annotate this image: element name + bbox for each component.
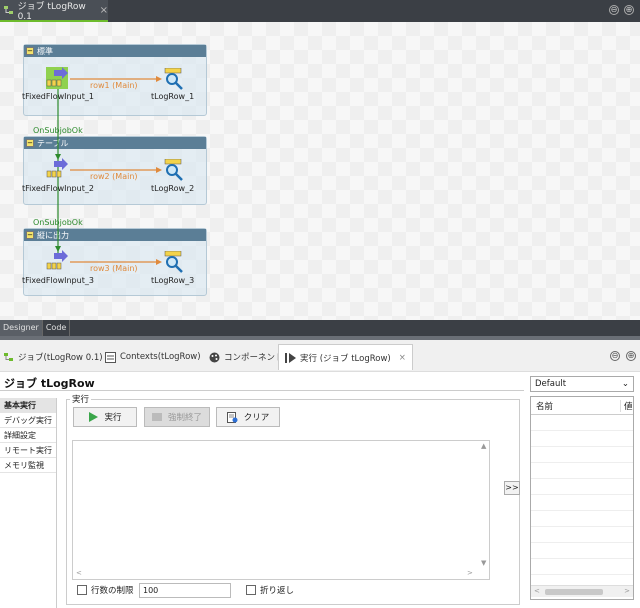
chevron-down-icon: ⌄ bbox=[621, 379, 629, 389]
context-select[interactable]: Default ⌄ bbox=[530, 376, 634, 392]
tab-label: コンポーネント bbox=[224, 353, 284, 363]
clear-button[interactable]: クリア bbox=[216, 407, 280, 427]
log-row-icon[interactable] bbox=[163, 251, 185, 273]
nav-basic-run[interactable]: 基本実行 bbox=[0, 398, 56, 413]
context-select-value: Default bbox=[535, 379, 567, 389]
tab-component[interactable]: コンポーネント bbox=[209, 345, 284, 369]
kill-button[interactable]: 強制終了 bbox=[144, 407, 210, 427]
row-label: row1 (Main) bbox=[90, 81, 138, 90]
close-icon[interactable]: × bbox=[399, 353, 406, 363]
nav-remote-run[interactable]: リモート実行 bbox=[0, 443, 56, 458]
row-label: row2 (Main) bbox=[90, 172, 138, 181]
component-label: tLogRow_1 bbox=[151, 92, 195, 101]
nav-memory-monitor[interactable]: メモリ監視 bbox=[0, 458, 56, 473]
component-label: tFixedFlowInput_2 bbox=[22, 184, 94, 193]
component-label: tFixedFlowInput_3 bbox=[22, 276, 94, 285]
scroll-down-icon[interactable]: ▼ bbox=[481, 559, 486, 567]
nav-debug-run[interactable]: デバッグ実行 bbox=[0, 413, 56, 428]
fixed-flow-input-icon[interactable] bbox=[46, 250, 68, 272]
wrap-checkbox[interactable] bbox=[246, 585, 256, 595]
minimize-icon[interactable]: ⊖ bbox=[610, 351, 620, 361]
context-table[interactable]: 名前 値 bbox=[530, 396, 634, 600]
tab-contexts[interactable]: Contexts(tLogRow) bbox=[105, 345, 201, 369]
scroll-thumb[interactable] bbox=[545, 589, 603, 595]
job-icon bbox=[4, 353, 13, 361]
column-header-value[interactable]: 値 bbox=[621, 400, 633, 412]
trigger-label: OnSubjobOk bbox=[33, 126, 83, 135]
clear-icon bbox=[226, 411, 238, 423]
row-label: row3 (Main) bbox=[90, 264, 138, 273]
play-icon bbox=[89, 412, 99, 422]
scroll-up-icon[interactable]: ▲ bbox=[481, 442, 486, 450]
tab-designer[interactable]: Designer bbox=[0, 320, 43, 336]
scroll-right-icon[interactable]: > bbox=[467, 569, 473, 577]
scroll-left-icon[interactable]: < bbox=[76, 569, 82, 577]
trigger-label: OnSubjobOk bbox=[33, 218, 83, 227]
tab-label: ジョブ(tLogRow 0.1) bbox=[18, 353, 103, 363]
component-label: tFixedFlowInput_1 bbox=[22, 92, 94, 101]
run-group-label: 実行 bbox=[70, 393, 92, 405]
run-button[interactable]: 実行 bbox=[73, 407, 137, 427]
stop-icon bbox=[151, 413, 162, 421]
wrap-label: 折り返し bbox=[260, 586, 295, 596]
console-output[interactable] bbox=[72, 440, 490, 580]
tab-code[interactable]: Code bbox=[43, 320, 71, 336]
run-sidenav: 基本実行 デバッグ実行 詳細設定 リモート実行 メモリ監視 bbox=[0, 398, 57, 608]
nav-advanced[interactable]: 詳細設定 bbox=[0, 428, 56, 443]
limit-rows-label: 行数の制限 bbox=[91, 586, 134, 596]
tab-label: 実行 (ジョブ tLogRow) bbox=[300, 353, 391, 364]
component-label: tLogRow_2 bbox=[151, 184, 195, 193]
clear-button-label: クリア bbox=[243, 413, 270, 423]
maximize-icon[interactable]: ⊕ bbox=[626, 351, 636, 361]
log-row-icon[interactable] bbox=[163, 159, 185, 181]
run-icon bbox=[285, 352, 296, 363]
contexts-icon bbox=[105, 351, 116, 363]
page-title: ジョブ tLogRow bbox=[4, 377, 95, 390]
fixed-flow-input-icon[interactable] bbox=[46, 67, 68, 89]
component-label: tLogRow_3 bbox=[151, 276, 195, 285]
tab-run[interactable]: 実行 (ジョブ tLogRow) × bbox=[278, 344, 413, 370]
column-header-name[interactable]: 名前 bbox=[531, 399, 621, 412]
palette-icon bbox=[209, 352, 220, 362]
limit-rows-input[interactable]: 100 bbox=[139, 583, 231, 598]
fixed-flow-input-icon[interactable] bbox=[46, 158, 68, 180]
context-hscroll[interactable]: < > bbox=[531, 585, 633, 597]
kill-button-label: 強制終了 bbox=[167, 413, 202, 423]
tab-job[interactable]: ジョブ(tLogRow 0.1) bbox=[4, 345, 103, 369]
tab-label: Contexts(tLogRow) bbox=[120, 352, 201, 362]
expand-context-button[interactable]: >> bbox=[504, 481, 520, 495]
run-button-label: 実行 bbox=[104, 413, 122, 423]
divider bbox=[0, 390, 524, 391]
log-row-icon[interactable] bbox=[163, 68, 185, 90]
limit-rows-checkbox[interactable] bbox=[77, 585, 87, 595]
editor-mode-tabs: Designer Code bbox=[0, 320, 640, 336]
